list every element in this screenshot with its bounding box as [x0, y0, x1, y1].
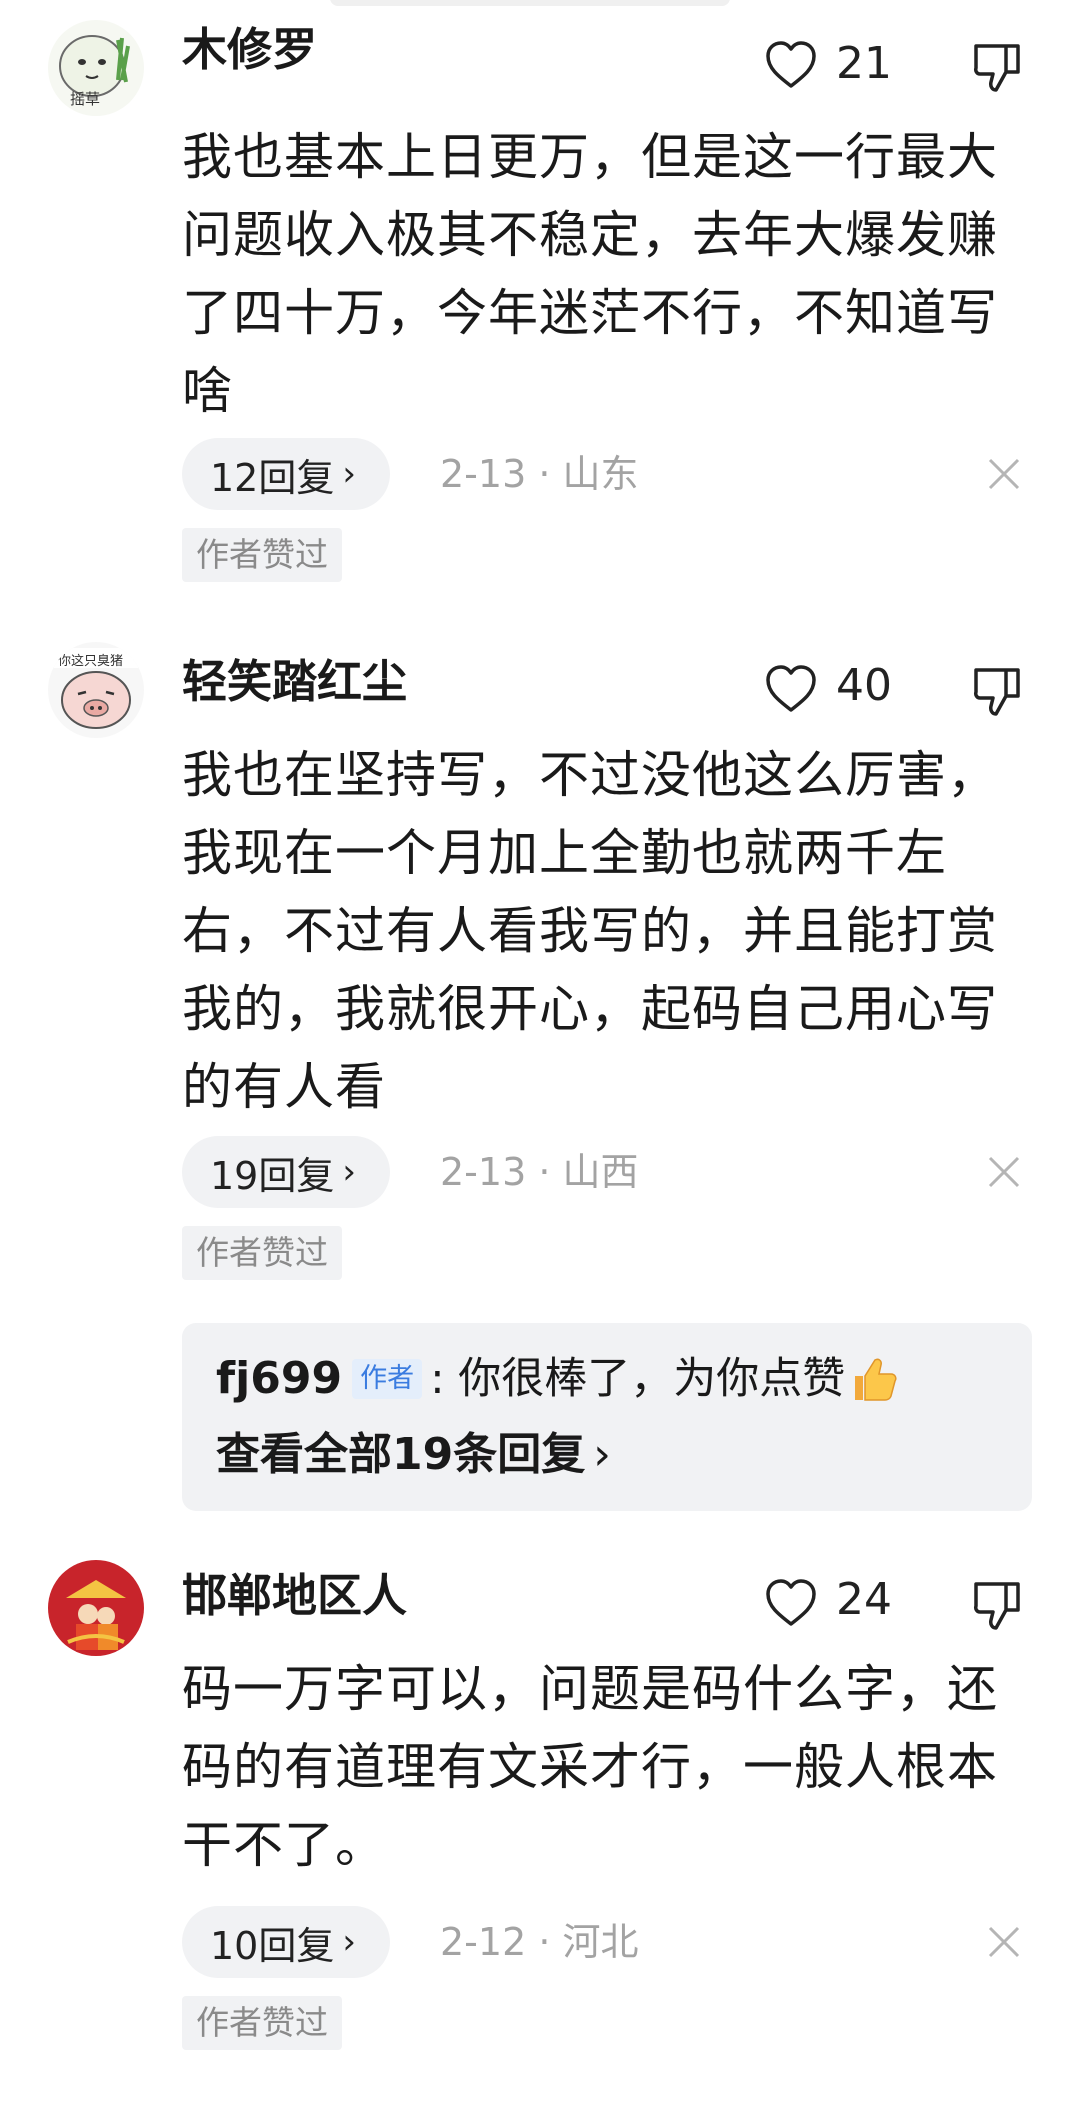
author-tag: 作者: [352, 1359, 423, 1399]
replies-button[interactable]: 19回复 ›: [182, 1136, 390, 1208]
see-all-label: 查看全部19条回复: [216, 1429, 586, 1480]
replies-label: 19回复: [210, 1153, 335, 1198]
replies-label: 10回复: [210, 1923, 335, 1968]
reply-username[interactable]: fj699: [216, 1349, 342, 1409]
username[interactable]: 木修罗: [182, 20, 317, 80]
author-liked-badge: 作者赞过: [182, 528, 342, 582]
chevron-right-icon: ›: [342, 454, 356, 494]
heart-outline-icon[interactable]: [764, 40, 818, 90]
avatar-caption: 摇草: [70, 90, 101, 108]
see-all-replies-link[interactable]: 查看全部19条回复 ›: [216, 1425, 611, 1485]
author-reply: fj699 作者 : 你很棒了，为你点赞: [216, 1349, 899, 1409]
comment-text: 我也在坚持写，不过没他这么厉害，我现在一个月加上全勤也就两千左右，不过有人看我写…: [182, 746, 998, 1116]
thumbs-down-icon[interactable]: [970, 40, 1024, 94]
comment-meta: 2-12 · 河北: [440, 1920, 639, 1964]
avatar[interactable]: [48, 1560, 144, 1656]
comment-text: 我也基本上日更万，但是这一行最大问题收入极其不稳定，去年大爆发赚了四十万，今年迷…: [182, 128, 998, 420]
close-icon[interactable]: [986, 1924, 1022, 1960]
like-count: 40: [836, 660, 892, 711]
comment-meta: 2-13 · 山东: [440, 452, 639, 496]
avatar-image: [48, 1560, 144, 1656]
top-handle: [330, 0, 730, 6]
comment-meta: 2-13 · 山西: [440, 1150, 639, 1194]
thumbs-down-icon[interactable]: [970, 1578, 1024, 1632]
close-icon[interactable]: [986, 456, 1022, 492]
chevron-right-icon: ›: [342, 1922, 356, 1962]
chevron-right-icon: ›: [342, 1152, 356, 1192]
username[interactable]: 邯郸地区人: [182, 1566, 407, 1626]
close-icon[interactable]: [986, 1154, 1022, 1190]
thumbs-down-icon[interactable]: [970, 664, 1024, 718]
username[interactable]: 轻笑踏红尘: [182, 652, 407, 712]
heart-outline-icon[interactable]: [764, 664, 818, 714]
comment-text: 码一万字可以，问题是码什么字，还码的有道理有文采才行，一般人根本干不了。: [182, 1660, 998, 1874]
avatar[interactable]: 你这只臭猪: [48, 642, 144, 738]
replies-label: 12回复: [210, 455, 335, 500]
author-liked-badge: 作者赞过: [182, 1226, 342, 1280]
author-reply-box[interactable]: fj699 作者 : 你很棒了，为你点赞 查看全部19条回复 ›: [182, 1323, 1032, 1511]
author-liked-badge: 作者赞过: [182, 1996, 342, 2050]
like-count: 21: [836, 38, 892, 89]
replies-button[interactable]: 12回复 ›: [182, 438, 390, 510]
reply-text: : 你很棒了，为你点赞: [430, 1354, 846, 1404]
heart-outline-icon[interactable]: [764, 1578, 818, 1628]
avatar[interactable]: 摇草: [48, 20, 144, 116]
thumbs-up-emoji-icon: [855, 1358, 897, 1401]
avatar-caption: 你这只臭猪: [58, 654, 124, 669]
chevron-right-icon: ›: [593, 1429, 611, 1480]
like-count: 24: [836, 1574, 892, 1625]
replies-button[interactable]: 10回复 ›: [182, 1906, 390, 1978]
